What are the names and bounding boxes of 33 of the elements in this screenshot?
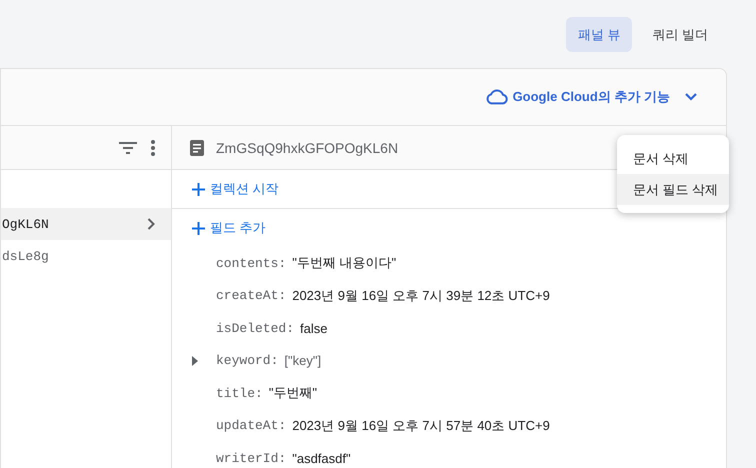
filter-icon[interactable] bbox=[119, 142, 137, 154]
cloud-icon bbox=[486, 89, 508, 105]
field-value: false bbox=[300, 320, 328, 336]
field-value: "두번째 내용이다" bbox=[292, 254, 396, 272]
field-value: ["key"] bbox=[284, 353, 322, 368]
field-key: title: bbox=[216, 386, 263, 401]
field-key: isDeleted: bbox=[216, 320, 294, 336]
document-icon bbox=[190, 140, 204, 156]
plus-icon bbox=[192, 222, 205, 234]
field-key: updateAt: bbox=[216, 418, 286, 434]
view-tab[interactable]: 쿼리 빌더 bbox=[640, 17, 720, 52]
document-title: ZmGSqQ9hxkGFOPOgKL6N bbox=[216, 140, 398, 156]
document-item[interactable]: OgKL6N bbox=[1, 208, 171, 240]
field-value: 2023년 9월 16일 오후 7시 39분 12초 UTC+9 bbox=[292, 286, 550, 305]
chevron-right-icon bbox=[147, 218, 155, 230]
field-value: "asdfasdf" bbox=[292, 450, 351, 466]
add-field-link[interactable]: 필드 추가 bbox=[192, 219, 266, 237]
field-key: writerId: bbox=[216, 450, 286, 466]
field-key: contents: bbox=[216, 256, 286, 271]
field-value: "두번째" bbox=[268, 384, 318, 402]
expand-arrow-icon[interactable] bbox=[192, 356, 198, 366]
more-icon[interactable] bbox=[151, 140, 155, 156]
field-key: keyword: bbox=[216, 353, 278, 368]
plus-icon bbox=[192, 182, 205, 196]
field-value: 2023년 9월 16일 오후 7시 57분 40초 UTC+9 bbox=[292, 416, 550, 435]
chevron-down-icon[interactable] bbox=[684, 92, 698, 102]
start-collection-link[interactable]: 컬렉션 시작 bbox=[192, 180, 279, 198]
field-key: createAt: bbox=[216, 288, 286, 304]
cloud-link[interactable]: Google Cloud의 추가 기능 bbox=[486, 88, 670, 106]
view-tab[interactable]: 패널 뷰 bbox=[566, 17, 632, 52]
document-item[interactable]: dsLe8g bbox=[1, 240, 171, 272]
menu-item[interactable]: 문서 삭제 bbox=[617, 143, 729, 174]
menu-item[interactable]: 문서 필드 삭제 bbox=[617, 174, 729, 205]
